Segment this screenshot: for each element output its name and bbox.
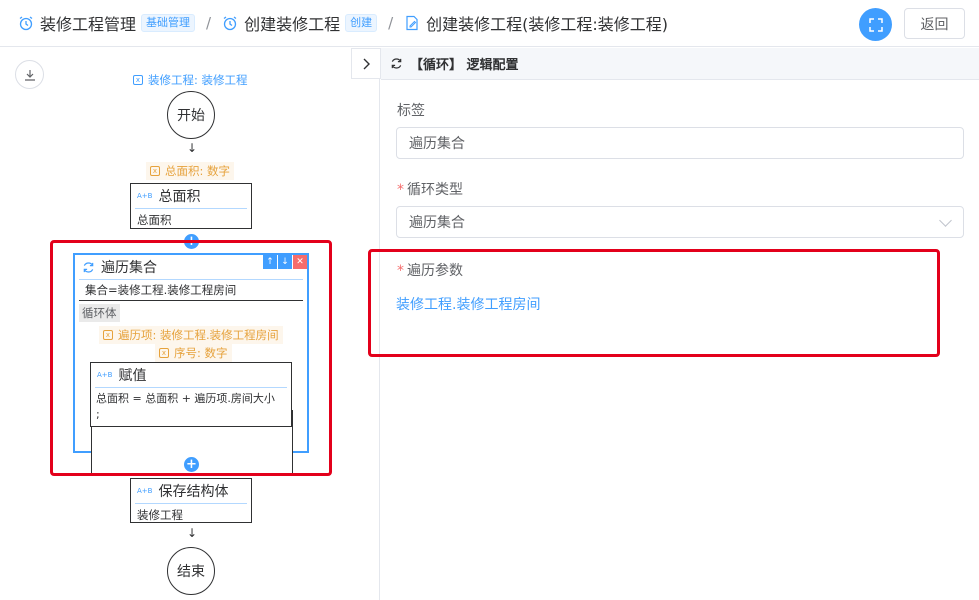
field-label-text: 循环类型 [407, 182, 463, 198]
breadcrumb-label: 创建装修工程 [244, 15, 341, 34]
start-label: 开始 [177, 108, 205, 124]
alarm-clock-icon [222, 15, 238, 31]
label-field-label: 标签 [397, 100, 425, 120]
loop-type-select[interactable]: 遍历集合 [396, 206, 964, 238]
flow-arrow: ↓ [187, 141, 198, 155]
end-node[interactable]: 结束 [167, 547, 215, 595]
chevron-down-icon [939, 214, 952, 227]
required-mark: * [397, 182, 404, 198]
download-icon [24, 69, 35, 81]
loop-type-field-label: * 循环类型 [397, 179, 463, 199]
area-param-chip: x 总面积: 数字 [146, 162, 235, 180]
breadcrumb-label: 装修工程管理 [40, 15, 137, 34]
highlight-box [368, 249, 940, 357]
node-save-struct[interactable]: A+B 保存结构体 装修工程 [130, 478, 252, 523]
param-label: 总面积: 数字 [165, 164, 231, 178]
panel-title: 【循环】 逻辑配置 [410, 58, 519, 73]
breadcrumb-item-2[interactable]: 创建装修工程 创建 [222, 11, 378, 35]
breadcrumb-separator: / [206, 14, 212, 32]
breadcrumb-tag: 创建 [345, 14, 378, 32]
assign-icon: A+B [137, 487, 153, 495]
input-param-chip: x 装修工程: 装修工程 [133, 72, 248, 88]
node-title: 总面积 [158, 189, 201, 205]
param-label: 装修工程: 装修工程 [148, 73, 248, 87]
alarm-clock-icon [18, 15, 34, 31]
panel-header: 【循环】 逻辑配置 [381, 48, 979, 80]
variable-icon: x [133, 75, 143, 85]
start-node[interactable]: 开始 [167, 91, 215, 139]
back-button[interactable]: 返回 [904, 8, 965, 39]
node-total-area[interactable]: A+B 总面积 总面积 [130, 183, 252, 229]
flow-arrow: ↓ [187, 526, 198, 540]
breadcrumb-separator: / [388, 14, 394, 32]
assign-icon: A+B [137, 192, 153, 200]
node-title: 保存结构体 [158, 484, 229, 500]
node-body: 总面积 [137, 213, 172, 227]
variable-icon: x [150, 166, 160, 176]
highlight-box [50, 240, 332, 476]
select-value: 遍历集合 [409, 215, 465, 231]
end-label: 结束 [177, 564, 205, 580]
download-button[interactable] [15, 60, 44, 89]
node-body: 装修工程 [137, 508, 183, 522]
breadcrumb-item-3: 创建装修工程(装修工程:装修工程) [404, 11, 668, 35]
breadcrumb-label: 创建装修工程(装修工程:装修工程) [426, 15, 669, 34]
collapse-panel-button[interactable] [351, 48, 381, 79]
breadcrumb-item-1[interactable]: 装修工程管理 基础管理 [18, 11, 196, 35]
loop-icon [391, 58, 402, 69]
top-bar: 装修工程管理 基础管理 / 创建装修工程 创建 / 创建装修工程(装修工程:装修… [0, 0, 979, 47]
field-label-text: 标签 [397, 103, 425, 119]
chevron-right-icon [363, 58, 370, 69]
config-panel: 【循环】 逻辑配置 标签 遍历集合 * 循环类型 遍历集合 * 遍历参数 装修工程.… [368, 48, 979, 600]
app-window: 装修工程管理 基础管理 / 创建装修工程 创建 / 创建装修工程(装修工程:装修… [0, 0, 979, 600]
flow-canvas[interactable]: x 装修工程: 装修工程 开始 ↓ x 总面积: 数字 A+B 总面积 总面积 … [0, 48, 380, 600]
label-input[interactable]: 遍历集合 [396, 127, 964, 159]
input-value: 遍历集合 [409, 136, 465, 152]
fullscreen-button[interactable] [859, 8, 892, 41]
breadcrumb-tag: 基础管理 [141, 14, 196, 32]
document-edit-icon [404, 15, 420, 31]
fullscreen-icon [868, 17, 883, 32]
